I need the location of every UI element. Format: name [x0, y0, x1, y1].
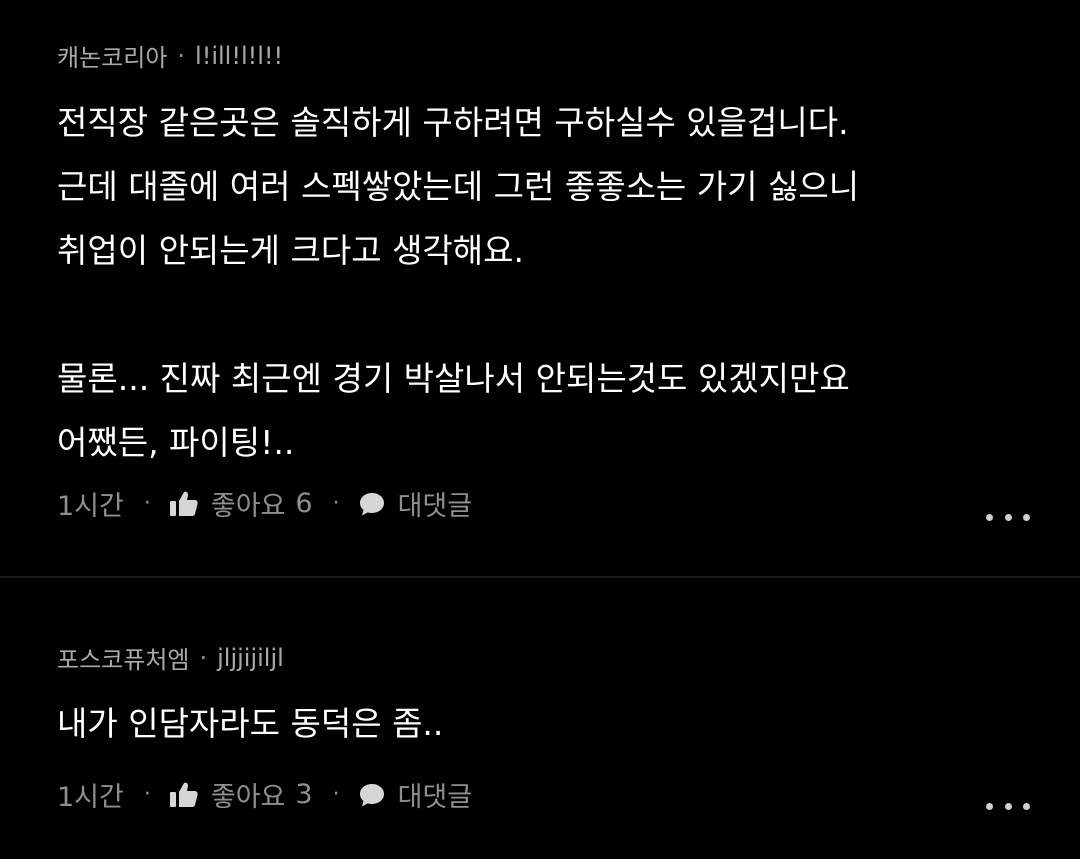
comment-item: 포스코퓨처엠 · jljjijiljl 내가 인담자라도 동덕은 좀.. 1시간… — [0, 580, 1080, 859]
actions-separator: · — [143, 782, 151, 807]
comment-meta: 포스코퓨처엠 · jljjijiljl — [57, 640, 284, 675]
reply-label: 대댓글 — [397, 782, 473, 813]
meta-separator: · — [177, 41, 186, 70]
speech-bubble-icon — [359, 783, 384, 806]
more-dots-icon — [986, 513, 993, 521]
more-dots-icon — [1004, 802, 1012, 810]
comment-divider — [0, 576, 1080, 578]
more-options-button[interactable] — [986, 507, 1030, 527]
comment-item: 캐논코리아 · l!ill!l!l!! 전직장 같은곳은 솔직하게 구하려면 구… — [0, 0, 1080, 578]
meta-separator: · — [199, 643, 208, 672]
like-count: 3 — [295, 779, 313, 810]
more-dots-icon — [1023, 802, 1030, 810]
channel-name[interactable]: 캐논코리아 — [57, 38, 167, 73]
thumbs-up-icon — [169, 782, 198, 807]
comment-body: 전직장 같은곳은 솔직하게 구하려면 구하실수 있을겁니다. 근데 대졸에 여러… — [57, 103, 860, 462]
comment-meta: 캐논코리아 · l!ill!l!l!! — [57, 38, 283, 73]
reply-button[interactable]: 대댓글 — [358, 775, 473, 814]
actions-separator: · — [332, 491, 340, 516]
actions-separator: · — [332, 782, 340, 807]
like-count: 6 — [295, 488, 313, 519]
user-tag: l!ill!l!l!! — [195, 41, 284, 70]
thumbs-up-icon — [169, 491, 198, 516]
comment-actions: 1시간 · 좋아요 3 · 대댓글 — [57, 775, 472, 814]
more-dots-icon — [1023, 513, 1030, 521]
like-label: 좋아요 — [210, 491, 286, 522]
actions-separator: · — [143, 491, 151, 516]
more-dots-icon — [986, 802, 993, 810]
reply-label: 대댓글 — [397, 491, 473, 522]
comment-body: 내가 인담자라도 동덕은 좀.. — [57, 704, 444, 743]
like-button[interactable]: 좋아요 3 — [169, 775, 313, 814]
channel-name[interactable]: 포스코퓨처엠 — [57, 640, 189, 675]
like-label: 좋아요 — [210, 782, 286, 813]
comment-time: 1시간 — [57, 782, 124, 813]
speech-bubble-icon — [359, 492, 384, 515]
like-button[interactable]: 좋아요 6 — [169, 484, 313, 523]
reply-button[interactable]: 대댓글 — [358, 484, 473, 523]
more-dots-icon — [1004, 513, 1012, 521]
user-tag: jljjijiljl — [217, 643, 284, 672]
comment-time: 1시간 — [57, 491, 124, 522]
comment-actions: 1시간 · 좋아요 6 · 대댓글 — [57, 484, 472, 523]
more-options-button[interactable] — [986, 796, 1030, 816]
